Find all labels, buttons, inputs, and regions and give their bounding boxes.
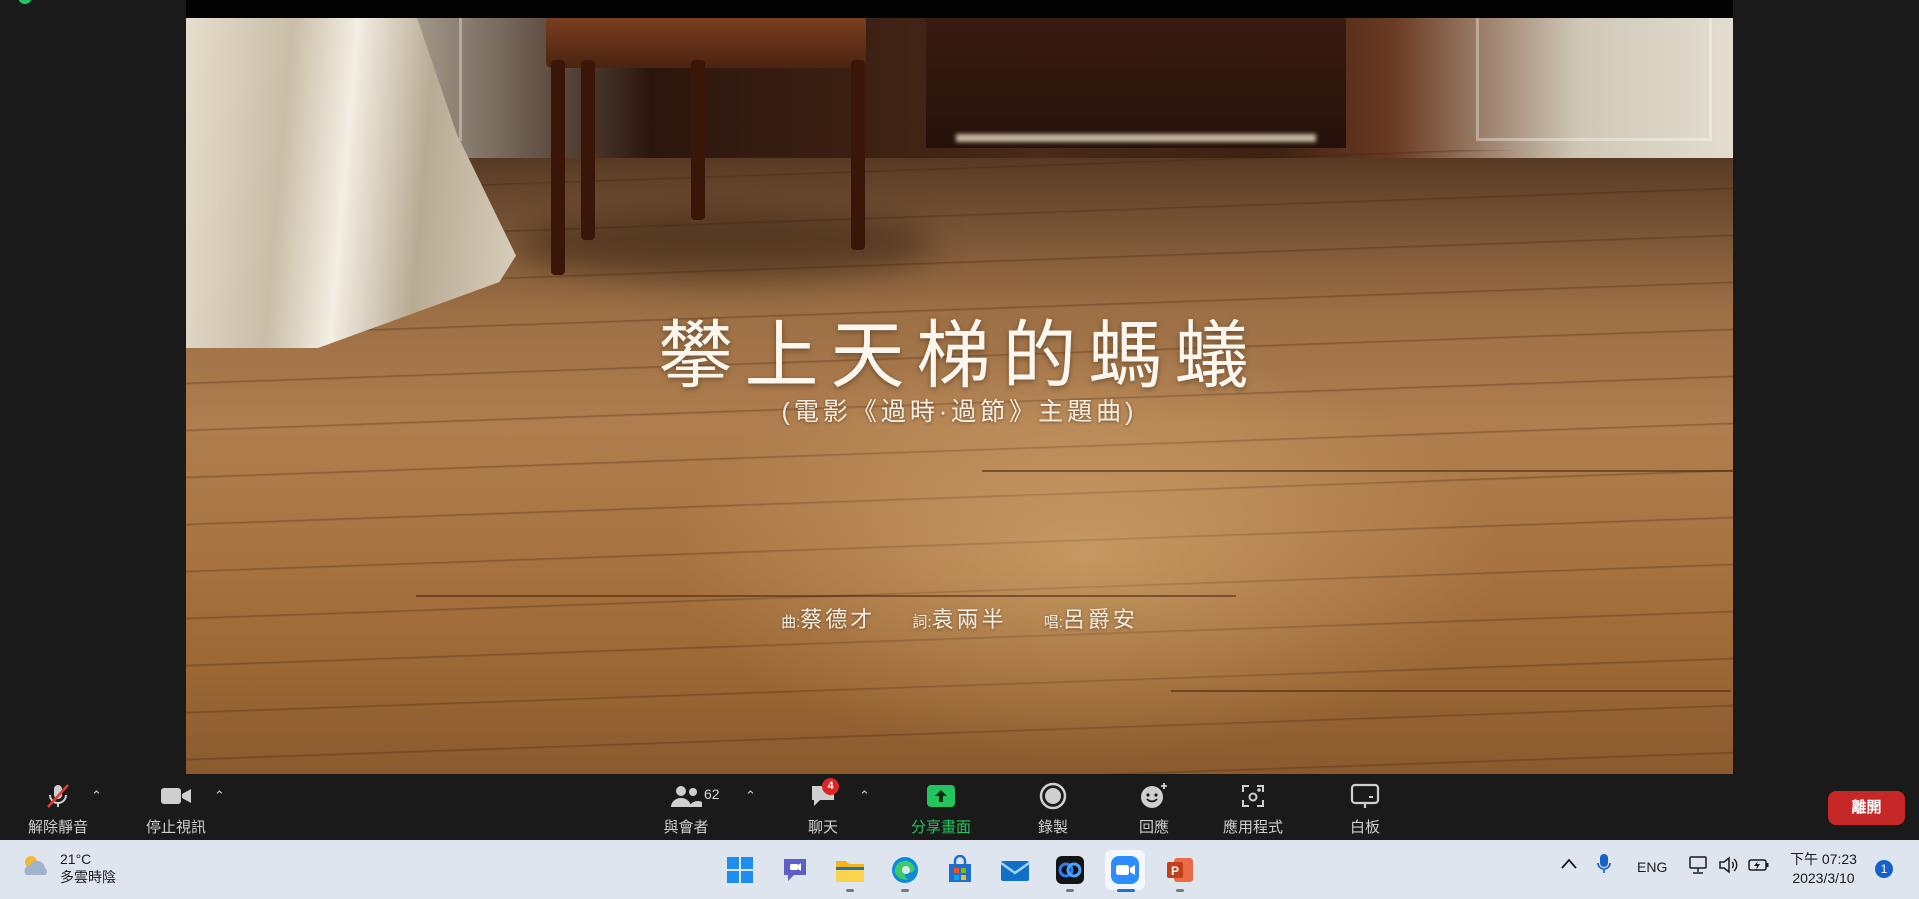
muted-microphone-icon [22,782,94,810]
chair-leg [581,60,595,240]
scene-door [926,18,1346,148]
weather-temperature: 21°C [60,851,92,867]
share-screen-button[interactable]: 分享畫面 [905,782,977,837]
chair-leg [851,60,865,250]
floor-seam [982,470,1733,472]
chat-bubble-icon: 4 [800,778,846,810]
running-indicator [846,889,854,892]
svg-text:P: P [1171,864,1179,878]
running-indicator [1066,889,1074,892]
participants-button[interactable]: 62 與會者 [660,782,720,837]
credit-singer: 唱:呂爵安 [1044,607,1138,632]
credit-lyricist: 詞:袁兩半 [912,607,1006,632]
record-label: 錄製 [1037,819,1068,836]
whiteboard-button[interactable]: 白板 [1345,782,1385,837]
volume-icon[interactable] [1717,854,1739,879]
video-camera-icon [140,782,212,810]
credit-value: 呂爵安 [1062,607,1138,632]
participants-label: 與會者 [663,819,709,836]
input-language-indicator[interactable]: ENG [1637,859,1667,875]
encryption-status-icon[interactable] [18,0,32,4]
floor-seam [416,595,1236,597]
chat-options-caret-icon[interactable]: ⌃ [859,788,870,804]
show-hidden-icons-chevron-icon[interactable] [1560,854,1578,879]
apps-button[interactable]: 應用程式 [1220,782,1286,837]
weather-widget[interactable]: 21°C 多雲時陰 [20,850,116,886]
microphone-in-use-icon[interactable] [1596,852,1612,879]
share-screen-label: 分享畫面 [910,819,971,836]
powerpoint-icon[interactable]: P [1160,850,1200,892]
cloudy-weather-icon [20,851,50,886]
stop-video-button[interactable]: 停止視訊 [140,782,212,837]
mail-icon[interactable] [995,850,1035,890]
app-icon[interactable] [1050,850,1090,892]
shared-screen-area: 攀上天梯的螞蟻 (電影《過時·過節》主題曲) 曲:蔡德才 詞:袁兩半 唱:呂爵安 [0,0,1919,774]
share-screen-icon [905,782,977,810]
video-frame: 攀上天梯的螞蟻 (電影《過時·過節》主題曲) 曲:蔡德才 詞:袁兩半 唱:呂爵安 [186,0,1733,774]
chair-leg [551,60,565,275]
video-letterbox-bar [186,0,1733,18]
reactions-label: 回應 [1138,819,1169,836]
participants-count: 62 [704,786,720,802]
record-icon [1033,782,1073,810]
song-title: 攀上天梯的螞蟻 [658,313,1261,399]
floor-seam [1171,690,1731,692]
whiteboard-label: 白板 [1349,819,1380,836]
audio-options-caret-icon[interactable]: ⌃ [91,788,102,804]
active-indicator [1117,889,1135,892]
credit-value: 蔡德才 [800,607,876,632]
chat-label: 聊天 [807,819,838,836]
chat-icon[interactable] [775,850,815,890]
reactions-button[interactable]: 回應 [1134,782,1174,837]
apps-label: 應用程式 [1222,819,1283,836]
unmute-button[interactable]: 解除靜音 [22,782,94,837]
credit-key: 唱: [1043,614,1063,631]
stop-video-label: 停止視訊 [145,819,206,836]
whiteboard-icon [1345,782,1385,810]
scene-wall-panel [1476,18,1712,141]
clock-time: 下午 07:23 [1790,851,1857,867]
add-reaction-icon [1134,782,1174,810]
song-subtitle: (電影《過時·過節》主題曲) [781,398,1138,426]
microsoft-store-icon[interactable] [940,850,980,890]
file-explorer-icon[interactable] [830,850,870,892]
windows-start-icon[interactable] [720,850,760,890]
windows-taskbar: 21°C 多雲時陰 P ENG 下午 07:23 2023/3/10 1 [0,840,1919,899]
zoom-icon[interactable] [1105,850,1145,892]
record-button[interactable]: 錄製 [1033,782,1073,837]
credit-key: 詞: [912,614,932,631]
credit-value: 袁兩半 [931,607,1007,632]
credit-key: 曲: [781,614,801,631]
clock[interactable]: 下午 07:23 2023/3/10 [1790,850,1857,888]
running-indicator [1176,889,1184,892]
apps-icon [1220,782,1286,810]
edge-browser-icon[interactable] [885,850,925,892]
unmute-label: 解除靜音 [27,819,88,836]
battery-charging-icon[interactable] [1747,854,1771,879]
weather-description: 多雲時陰 [60,869,116,885]
song-credits: 曲:蔡德才 詞:袁兩半 唱:呂爵安 [186,602,1733,634]
clock-date: 2023/3/10 [1792,870,1855,886]
participants-icon: 62 [660,782,720,810]
leave-meeting-button[interactable]: 離開 [1828,791,1905,825]
video-options-caret-icon[interactable]: ⌃ [214,788,225,804]
chair-leg [691,60,705,220]
chat-button[interactable]: 4 聊天 [800,778,846,837]
chat-unread-badge: 4 [822,778,839,795]
network-icon[interactable] [1688,854,1710,879]
notification-badge[interactable]: 1 [1875,860,1893,878]
participants-options-caret-icon[interactable]: ⌃ [745,788,756,804]
credit-composer: 曲:蔡德才 [781,607,875,632]
chair-shadow [516,210,936,280]
running-indicator [901,889,909,892]
meeting-toolbar: 解除靜音 ⌃ 停止視訊 ⌃ 62 與會者 ⌃ 4 聊天 ⌃ 分享畫面 錄製 回應… [0,774,1919,840]
